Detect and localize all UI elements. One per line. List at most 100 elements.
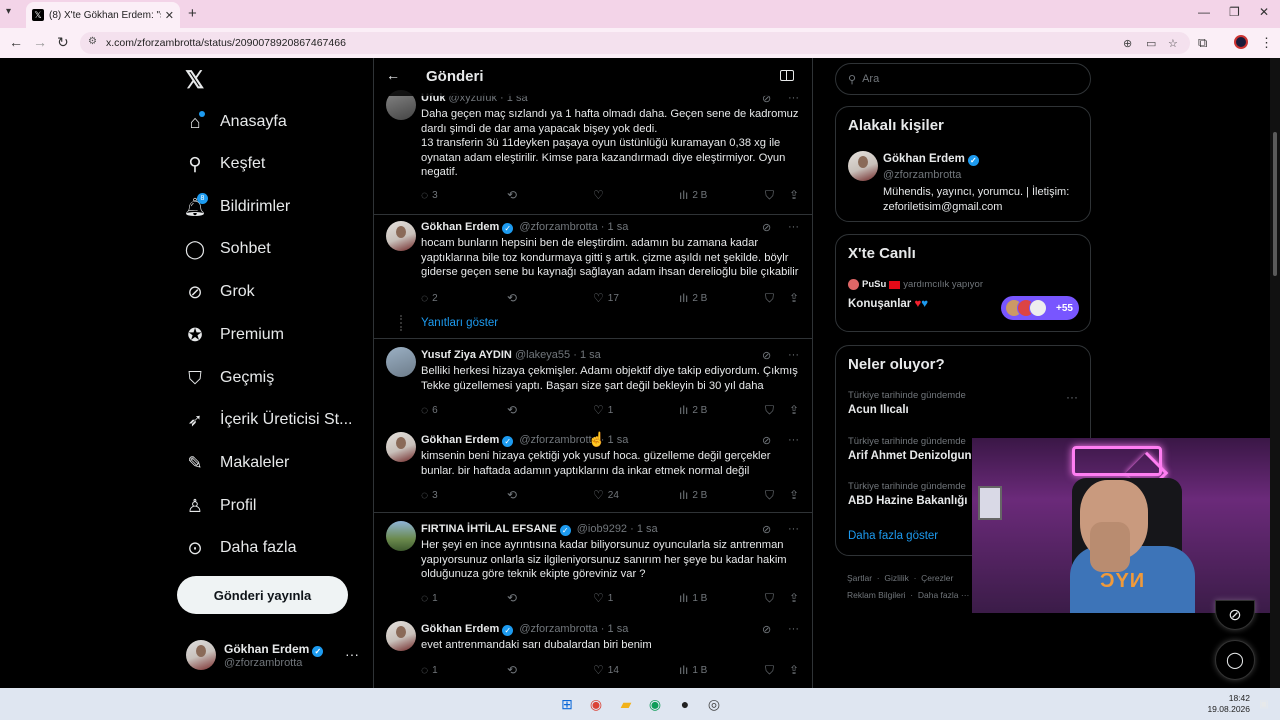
nav-item-premium[interactable]: ✪ Premium bbox=[184, 321, 284, 349]
avatar[interactable] bbox=[848, 151, 878, 181]
like-button[interactable]: ♡ 24 bbox=[593, 488, 619, 502]
tweet[interactable]: Yusuf Ziya AYDIN @lakeya55 · 1 sa ⊘ ··· … bbox=[374, 339, 812, 424]
views-button[interactable]: ılı 2 B bbox=[679, 488, 707, 502]
account-switcher[interactable]: Gökhan Erdem ✓ @zforzambrotta bbox=[186, 640, 326, 670]
x-logo-icon[interactable]: 𝕏 bbox=[185, 66, 204, 95]
address-bar[interactable]: ⚙ x.com/zforzambrotta/status/20900789208… bbox=[80, 32, 1190, 54]
more-icon[interactable]: ··· bbox=[788, 623, 799, 635]
space-title[interactable]: Konuşanlar ♥♥ bbox=[848, 298, 928, 310]
live-host[interactable]: PuSu yardımcılık yapıyor bbox=[848, 279, 983, 290]
tweet[interactable]: Gökhan Erdem ✓ @zforzambrotta · 1 sa ⊘ ··… bbox=[374, 617, 812, 688]
share-button[interactable]: ⇪ bbox=[789, 488, 803, 502]
tweet-time[interactable]: 1 sa bbox=[608, 623, 629, 635]
close-tab-icon[interactable]: ✕ bbox=[165, 9, 174, 22]
chrome-profile-icon[interactable]: ◉ bbox=[645, 694, 665, 714]
tweet-time[interactable]: 1 sa bbox=[608, 434, 629, 446]
nav-item-explore[interactable]: ⚲ Keşfet bbox=[184, 150, 265, 178]
restore-icon[interactable]: ❐ bbox=[1229, 5, 1240, 19]
obs-icon[interactable]: ● bbox=[675, 694, 695, 714]
tab-search-icon[interactable]: ▾ bbox=[6, 6, 20, 20]
share-button[interactable]: ⇪ bbox=[789, 403, 803, 417]
cookies-link[interactable]: Çerezler bbox=[921, 573, 953, 583]
tweet[interactable]: Ufuk @xyzufuk · 1 sa ⊘ ··· Daha geçen ma… bbox=[374, 82, 812, 215]
bookmark-button[interactable]: ⛉ bbox=[765, 291, 778, 306]
reply-button[interactable]: ◌ 3 bbox=[421, 488, 438, 502]
avatar[interactable] bbox=[386, 621, 416, 651]
browser-tab[interactable]: 𝕏 (8) X'te Gökhan Erdem: "sadece ✕ bbox=[26, 2, 180, 28]
bookmark-button[interactable]: ⛉ bbox=[765, 591, 778, 606]
retweet-button[interactable]: ⟲ bbox=[507, 291, 521, 305]
share-button[interactable]: ⇪ bbox=[789, 291, 803, 305]
related-name[interactable]: Gökhan Erdem bbox=[883, 153, 965, 165]
more-icon[interactable]: ··· bbox=[788, 221, 799, 233]
minimize-icon[interactable]: — bbox=[1198, 5, 1210, 19]
bookmark-button[interactable]: ⛉ bbox=[765, 488, 778, 503]
scroll-thumb[interactable] bbox=[1273, 132, 1277, 276]
bookmark-button[interactable]: ⛉ bbox=[765, 403, 778, 418]
author-name[interactable]: Gökhan Erdem bbox=[421, 434, 499, 446]
tweet[interactable]: Gökhan Erdem ✓ @zforzambrotta · 1 sa ⊘ ··… bbox=[374, 215, 812, 338]
nav-item-creator-studio[interactable]: ➶ İçerik Üreticisi St... bbox=[184, 406, 352, 434]
reply-button[interactable]: ◌ 3 bbox=[421, 188, 438, 202]
author-handle[interactable]: @lakeya55 bbox=[515, 349, 570, 361]
reply-button[interactable]: ◌ 6 bbox=[421, 403, 438, 417]
avatar[interactable] bbox=[386, 347, 416, 377]
grok-float-icon[interactable]: ⊘ bbox=[1215, 600, 1255, 630]
author-name[interactable]: Gökhan Erdem bbox=[421, 221, 499, 233]
listeners-pill[interactable]: +55 bbox=[1001, 296, 1079, 320]
back-icon[interactable]: ← bbox=[9, 34, 23, 50]
ads-info-link[interactable]: Reklam Bilgileri bbox=[847, 590, 906, 600]
trend-name[interactable]: Arif Ahmet Denizolgun bbox=[848, 450, 972, 462]
site-info-icon[interactable]: ⚙ bbox=[88, 36, 97, 47]
like-button[interactable]: ♡ 17 bbox=[593, 291, 619, 305]
views-button[interactable]: ılı 2 B bbox=[679, 188, 707, 202]
more-icon[interactable]: ··· bbox=[788, 349, 799, 361]
share-button[interactable]: ⇪ bbox=[789, 188, 803, 202]
nav-item-articles[interactable]: ✎ Makaleler bbox=[184, 449, 289, 477]
share-button[interactable]: ⇪ bbox=[789, 591, 803, 605]
retweet-button[interactable]: ⟲ bbox=[507, 591, 521, 605]
like-button[interactable]: ♡ 1 bbox=[593, 591, 613, 605]
grok-explain-icon[interactable]: ⊘ bbox=[762, 623, 771, 636]
share-button[interactable]: ⇪ bbox=[789, 663, 803, 677]
extensions-icon[interactable]: ⧉ bbox=[1198, 35, 1207, 51]
windows-start-icon[interactable]: ⊞ bbox=[557, 694, 577, 714]
like-button[interactable]: ♡ bbox=[593, 188, 608, 202]
views-button[interactable]: ılı 2 B bbox=[679, 291, 707, 305]
messages-float-icon[interactable]: ◯ bbox=[1215, 640, 1255, 680]
footer-more-link[interactable]: Daha fazla ··· bbox=[918, 590, 970, 600]
tweet-time[interactable]: 1 sa bbox=[608, 221, 629, 233]
author-handle[interactable]: @zforzambrotta bbox=[519, 221, 597, 233]
author-name[interactable]: Gökhan Erdem bbox=[421, 623, 499, 635]
more-icon[interactable]: ··· bbox=[788, 523, 799, 535]
grok-explain-icon[interactable]: ⊘ bbox=[762, 349, 771, 362]
bookmark-button[interactable]: ⛉ bbox=[765, 188, 778, 203]
nav-item-notifications[interactable]: 🔔︎ 8 Bildirimler bbox=[184, 193, 290, 221]
show-replies-link[interactable]: Yanıtları göster bbox=[421, 317, 498, 329]
retweet-button[interactable]: ⟲ bbox=[507, 403, 521, 417]
reader-mode-icon[interactable] bbox=[780, 70, 794, 81]
browser-menu-icon[interactable]: ⋮ bbox=[1260, 35, 1273, 51]
chrome-icon[interactable]: ◉ bbox=[586, 694, 606, 714]
like-button[interactable]: ♡ 14 bbox=[593, 663, 619, 677]
trend-more-icon[interactable]: ··· bbox=[1066, 390, 1078, 404]
tweet[interactable]: FIRTINA İHTİLAL EFSANE ✓ @iob9292 · 1 sa … bbox=[374, 513, 812, 617]
avatar[interactable] bbox=[386, 432, 416, 462]
views-button[interactable]: ılı 1 B bbox=[679, 591, 707, 605]
close-window-icon[interactable]: ✕ bbox=[1259, 5, 1269, 19]
terms-link[interactable]: Şartlar bbox=[847, 573, 872, 583]
author-handle[interactable]: @iob9292 bbox=[577, 523, 627, 535]
retweet-button[interactable]: ⟲ bbox=[507, 488, 521, 502]
grok-explain-icon[interactable]: ⊘ bbox=[762, 221, 771, 234]
trend-name[interactable]: ABD Hazine Bakanlığı bbox=[848, 495, 968, 507]
author-handle[interactable]: @zforzambrotta bbox=[519, 623, 597, 635]
search-input[interactable]: ⚲ Ara bbox=[835, 63, 1091, 95]
avatar[interactable] bbox=[386, 521, 416, 551]
zoom-icon[interactable]: ⊕ bbox=[1123, 37, 1132, 50]
nav-item-profile[interactable]: ♙ Profil bbox=[184, 492, 257, 520]
nav-item-grok[interactable]: ⊘ Grok bbox=[184, 278, 254, 306]
grok-explain-icon[interactable]: ⊘ bbox=[762, 523, 771, 536]
reply-button[interactable]: ◌ 2 bbox=[421, 291, 438, 305]
post-button[interactable]: Gönderi yayınla bbox=[177, 576, 348, 614]
page-scrollbar[interactable] bbox=[1270, 58, 1280, 688]
